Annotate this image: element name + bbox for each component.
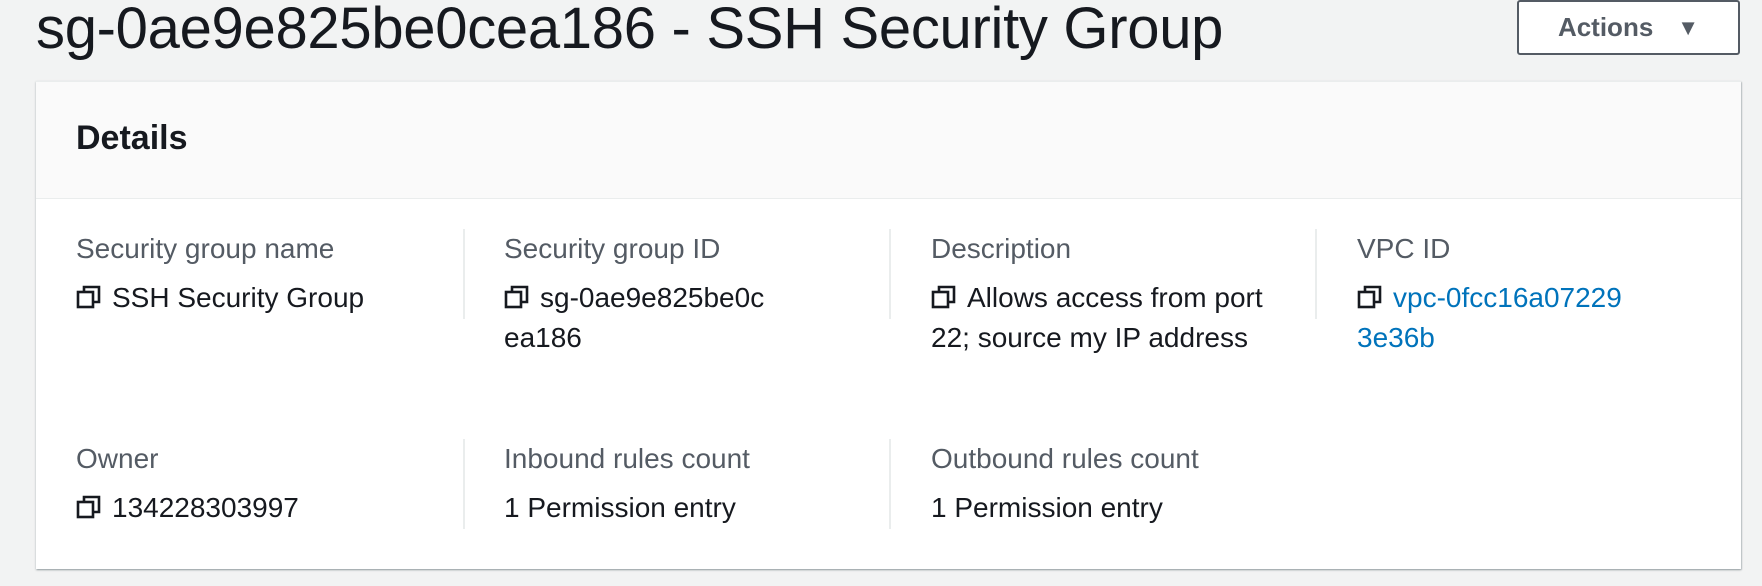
field-label: Inbound rules count: [504, 443, 750, 474]
field-vpc-id: VPC ID vpc-0fcc16a072293e36b: [1357, 232, 1742, 358]
field-security-group-id: Security group ID sg-0ae9e825be0cea186: [504, 232, 889, 358]
actions-button[interactable]: Actions ▼: [1517, 0, 1740, 55]
field-outbound-rules-count: Outbound rules count 1 Permission entry: [931, 442, 1316, 528]
divider: [463, 439, 465, 529]
copy-icon[interactable]: [1357, 284, 1383, 310]
divider: [1315, 229, 1317, 319]
field-owner: Owner 134228303997: [76, 442, 461, 528]
actions-button-label: Actions: [1557, 12, 1654, 42]
owner-value: 134228303997: [112, 492, 299, 523]
field-description: Description Allows access from port 22; …: [931, 232, 1316, 358]
outbound-rules-count-value: 1 Permission entry: [931, 492, 1163, 523]
description-value: Allows access from port 22; source my IP…: [931, 282, 1263, 353]
copy-icon[interactable]: [931, 284, 957, 310]
field-label: Owner: [76, 443, 159, 474]
page-title: sg-0ae9e825be0cea186 - SSH Security Grou…: [36, 0, 1224, 61]
details-card-header: Details: [36, 82, 1741, 199]
field-label: Description: [931, 233, 1072, 264]
inbound-rules-count-value: 1 Permission entry: [504, 492, 736, 523]
copy-icon[interactable]: [76, 494, 102, 520]
copy-icon[interactable]: [504, 284, 530, 310]
divider: [889, 229, 891, 319]
security-group-name-value: SSH Security Group: [112, 282, 365, 313]
field-label: Outbound rules count: [931, 443, 1199, 474]
field-label: VPC ID: [1357, 233, 1451, 264]
field-label: Security group name: [76, 233, 335, 264]
field-inbound-rules-count: Inbound rules count 1 Permission entry: [504, 442, 889, 528]
caret-down-icon: ▼: [1677, 14, 1700, 40]
field-label: Security group ID: [504, 233, 721, 264]
copy-icon[interactable]: [76, 284, 102, 310]
security-group-id-value: sg-0ae9e825be0cea186: [504, 282, 765, 353]
vpc-id-link[interactable]: vpc-0fcc16a072293e36b: [1357, 282, 1622, 353]
divider: [889, 439, 891, 529]
details-title: Details: [76, 119, 188, 157]
field-security-group-name: Security group name SSH Security Group: [76, 232, 461, 318]
details-card: Details Security group name SSH Security…: [36, 81, 1741, 569]
divider: [463, 229, 465, 319]
